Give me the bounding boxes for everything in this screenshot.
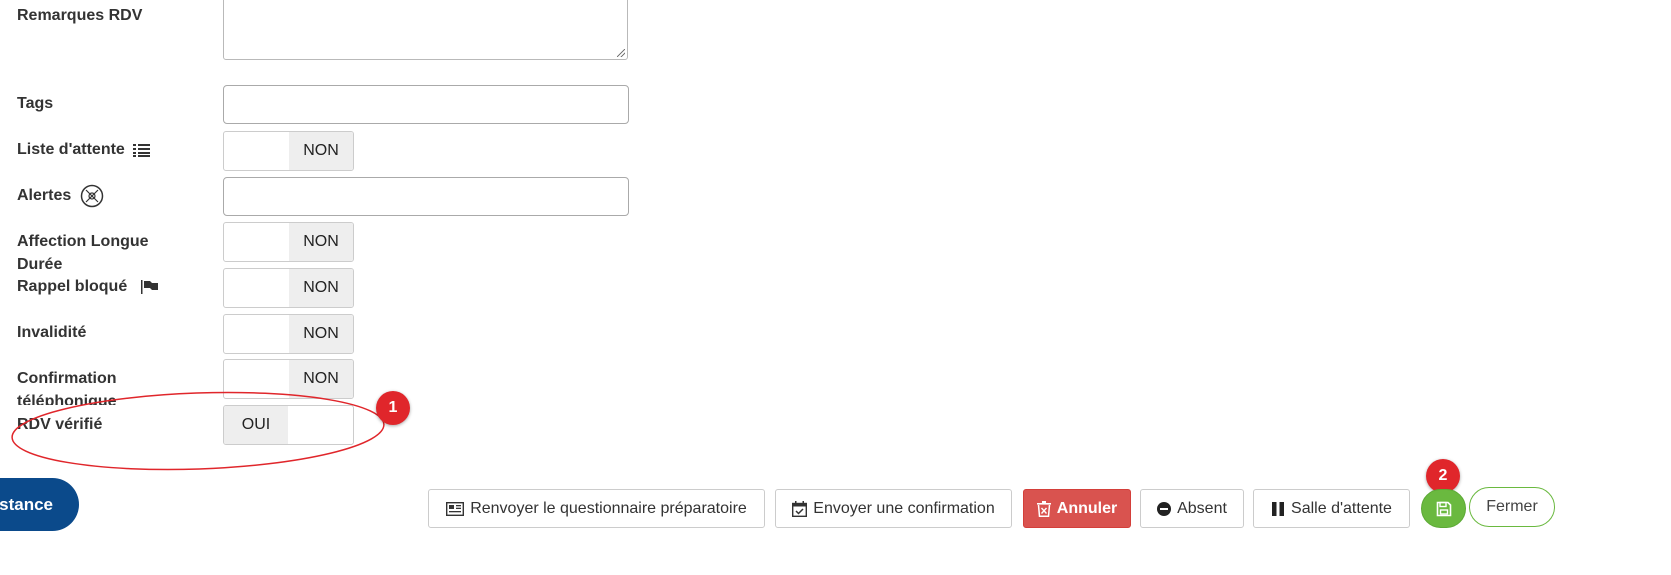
ald-label: Affection Longue Durée (17, 233, 149, 270)
send-confirmation-button[interactable]: Envoyer une confirmation (775, 489, 1012, 528)
toggle-off-label: NON (289, 132, 353, 170)
minus-circle-icon (1157, 501, 1172, 516)
rappel-text: Rappel bloqué (17, 278, 128, 295)
send-confirmation-label: Envoyer une confirmation (813, 499, 995, 517)
invalidite-label: Invalidité (17, 324, 87, 341)
questionnaire-button[interactable]: Renvoyer le questionnaire préparatoire (428, 489, 765, 528)
tags-input[interactable] (223, 85, 629, 124)
alert-circle-icon (80, 184, 103, 208)
save-button[interactable] (1421, 489, 1466, 528)
fermer-label: Fermer (1486, 498, 1538, 515)
absent-label: Absent (1177, 499, 1227, 517)
ald-toggle[interactable]: NON (223, 222, 354, 262)
annotation-badge-2: 2 (1426, 459, 1460, 493)
toggle-off-label: NON (289, 269, 353, 307)
alertes-text: Alertes (17, 187, 72, 205)
liste-attente-label: Liste d'attente (17, 138, 217, 161)
save-icon (1436, 501, 1451, 516)
salle-attente-button[interactable]: Salle d'attente (1253, 489, 1410, 528)
toggle-off-label: NON (289, 315, 353, 353)
annuler-label: Annuler (1056, 499, 1118, 517)
assistance-button[interactable]: stance (0, 478, 79, 531)
remarques-textarea[interactable] (223, 0, 628, 60)
fermer-button[interactable]: Fermer (1469, 487, 1555, 527)
calendar-check-icon (792, 500, 808, 517)
flag-icon (140, 279, 158, 294)
list-icon (133, 143, 151, 157)
absent-button[interactable]: Absent (1140, 489, 1244, 528)
toggle-off-label: NON (289, 223, 353, 261)
salle-attente-label: Salle d'attente (1291, 499, 1392, 517)
alertes-label: Alertes (17, 184, 217, 208)
trash-icon (1036, 500, 1051, 517)
resize-grip-icon[interactable] (617, 49, 625, 57)
annotation-ellipse (11, 391, 385, 471)
rappel-label: Rappel bloqué (17, 275, 217, 298)
tags-label: Tags (17, 95, 54, 112)
invalidite-toggle[interactable]: NON (223, 314, 354, 354)
questionnaire-label: Renvoyer le questionnaire préparatoire (470, 499, 747, 517)
liste-attente-text: Liste d'attente (17, 141, 125, 158)
pause-icon (1272, 501, 1285, 516)
annuler-button[interactable]: Annuler (1023, 489, 1131, 528)
newspaper-icon (446, 501, 465, 516)
alertes-input[interactable] (223, 177, 629, 216)
liste-attente-toggle[interactable]: NON (223, 131, 354, 171)
annotation-badge-1: 1 (376, 391, 410, 425)
remarques-label: Remarques RDV (17, 7, 143, 24)
rappel-toggle[interactable]: NON (223, 268, 354, 308)
